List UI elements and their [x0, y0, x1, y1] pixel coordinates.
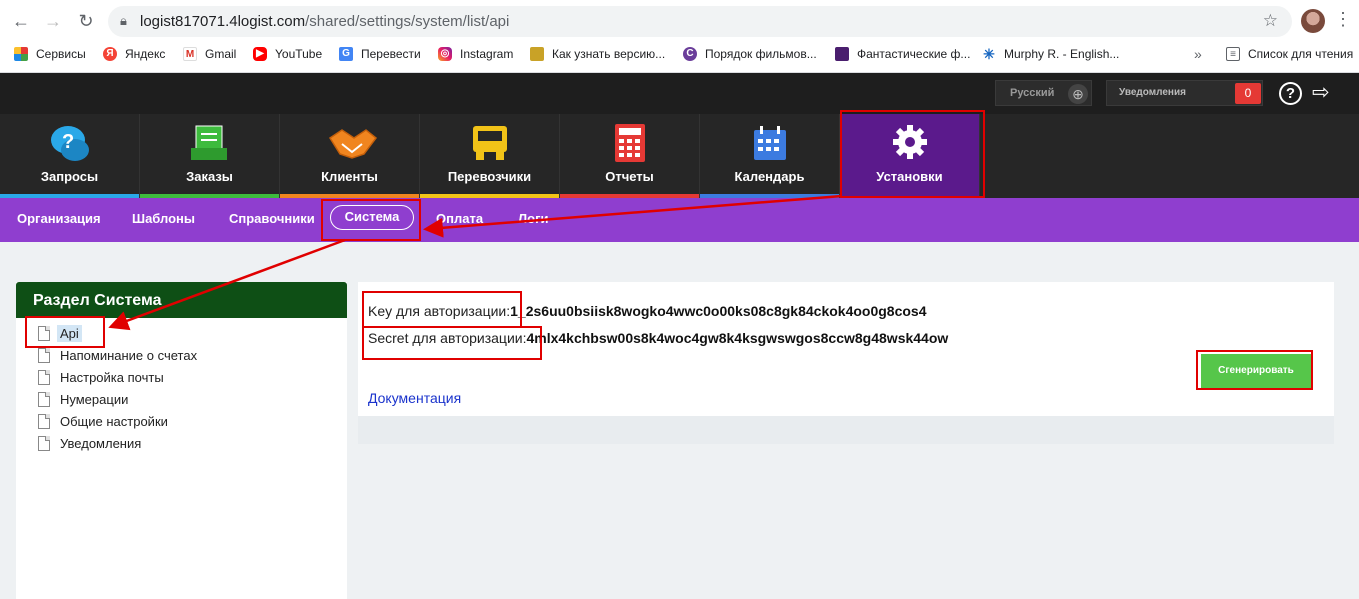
- arrow-settings-to-system: [423, 194, 843, 238]
- arrow-system-to-api: [108, 238, 346, 331]
- annotation-arrows: [108, 194, 843, 331]
